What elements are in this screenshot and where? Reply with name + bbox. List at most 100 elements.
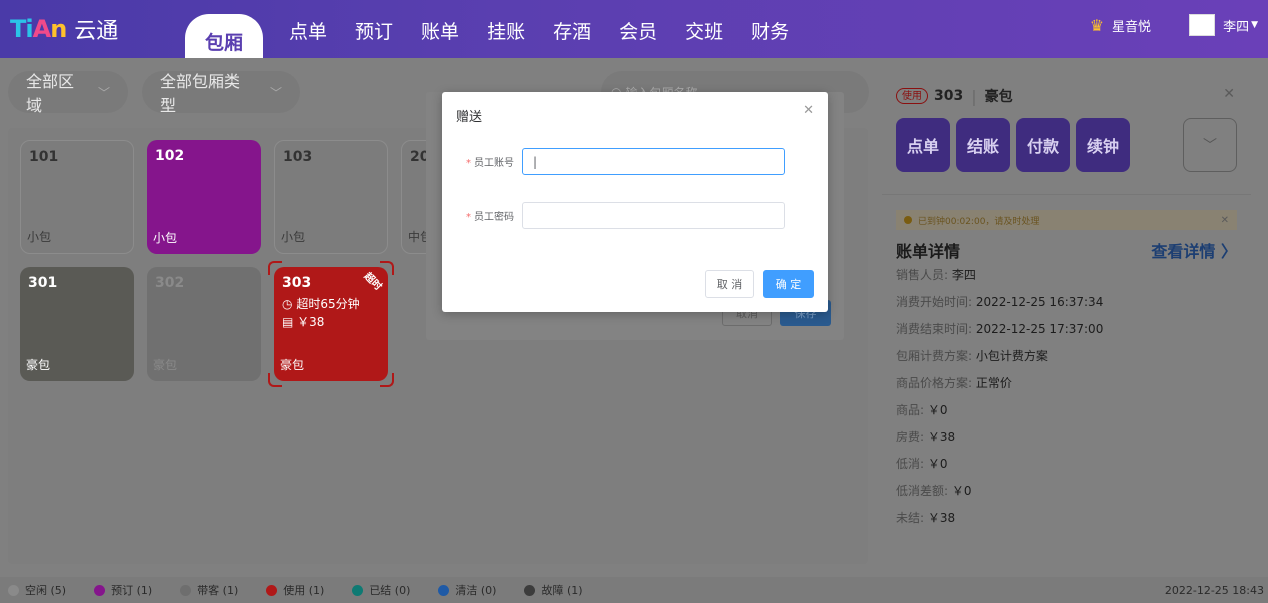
bill-row: 商品价格方案: 正常价	[896, 376, 1012, 390]
employee-account-input[interactable]	[522, 148, 785, 175]
nav-shift[interactable]: 交班	[671, 17, 737, 58]
store-name[interactable]: 星音悦	[1112, 16, 1151, 35]
room-type: 豪包	[280, 358, 305, 372]
confirm-button[interactable]: 确 定	[763, 270, 814, 298]
bill-row: 房费: ￥38	[896, 430, 956, 444]
gift-dialog: 赠送 ✕ *员工账号 *员工密码 取 消 确 定	[442, 92, 828, 312]
user-name[interactable]: 李四	[1223, 16, 1249, 35]
avatar[interactable]	[1189, 14, 1216, 36]
warning-icon	[904, 216, 912, 224]
bill-row: 消费开始时间: 2022-12-25 16:37:34	[896, 295, 1104, 309]
legend-guest: 带客 (1)	[180, 582, 238, 598]
nav-credit[interactable]: 挂账	[473, 17, 539, 58]
order-button[interactable]: 点单	[896, 118, 950, 172]
room-type: 豪包	[153, 358, 178, 372]
overtime-text: 超时65分钟	[296, 297, 360, 311]
nav-wine-storage[interactable]: 存酒	[539, 17, 605, 58]
room-card-301[interactable]: 301 豪包	[20, 267, 134, 381]
more-actions-button[interactable]: ﹀	[1183, 118, 1237, 172]
room-card-302[interactable]: 302 豪包	[147, 267, 261, 381]
required-mark: *	[466, 212, 471, 223]
room-card-101[interactable]: 101 小包	[20, 140, 134, 254]
employee-password-input[interactable]	[522, 202, 785, 229]
bill-row: 包厢计费方案: 小包计费方案	[896, 349, 1048, 363]
bill-row: 商品: ￥0	[896, 403, 948, 417]
selection-bracket	[268, 373, 282, 387]
chevron-down-icon: ﹀	[269, 85, 282, 100]
status-dot	[94, 584, 106, 596]
room-card-303[interactable]: 303 超时 ◷ 超时65分钟 ▤ ￥38 豪包	[274, 267, 388, 381]
status-dot	[8, 584, 19, 596]
pay-button[interactable]: 付款	[1016, 118, 1070, 172]
room-type-filter-label: 全部包厢类型	[160, 72, 241, 115]
password-label: * 员工密码	[466, 212, 514, 223]
room-number: 101	[29, 149, 59, 165]
logo-mark: TiAn	[10, 15, 67, 43]
room-detail-panel: 使用 303 | 豪包 ✕ 点单 结账 付款 续钟 ﹀ 已到钟00:02:00，…	[882, 72, 1251, 564]
room-number: 103	[283, 149, 313, 165]
status-dot	[524, 584, 536, 596]
dialog-title: 赠送	[456, 110, 483, 125]
bill-row: 消费结束时间: 2022-12-25 17:37:00	[896, 322, 1104, 336]
room-card-103[interactable]: 103 小包	[274, 140, 388, 254]
legend-booked: 预订 (1)	[94, 582, 152, 598]
status-dot	[352, 584, 364, 596]
legend-in-use: 使用 (1)	[266, 582, 324, 598]
checkout-button[interactable]: 结账	[956, 118, 1010, 172]
area-filter-label: 全部区域	[26, 72, 75, 115]
chevron-down-icon: ﹀	[1203, 138, 1217, 154]
divider	[882, 194, 1251, 195]
top-header: TiAn 云通 包厢 点单 预订 账单 挂账 存酒 会员 交班 财务 ♛ 星音悦…	[0, 0, 1268, 58]
area-filter[interactable]: 全部区域 ﹀	[8, 71, 128, 115]
room-detail-header: 使用 303 | 豪包	[896, 86, 1013, 106]
user-area: ♛ 星音悦 李四 ▼	[1090, 14, 1258, 36]
nav-finance[interactable]: 财务	[737, 17, 803, 58]
crown-icon: ♛	[1089, 15, 1105, 35]
status-dot	[266, 584, 278, 596]
selection-bracket	[268, 261, 282, 275]
legend-cleaning: 清洁 (0)	[438, 582, 496, 598]
room-number: 301	[28, 275, 58, 291]
status-badge: 使用	[896, 88, 928, 104]
nav-rooms[interactable]: 包厢	[185, 14, 264, 58]
selection-bracket	[380, 261, 394, 275]
password-form-row: * 员工密码	[442, 202, 785, 229]
room-number: 303	[282, 275, 312, 291]
chevron-right-icon: 〉	[1220, 242, 1237, 261]
extend-time-button[interactable]: 续钟	[1076, 118, 1130, 172]
alert-text: 已到钟00:02:00，请及时处理	[918, 216, 1040, 227]
bill-title: 账单详情	[896, 242, 961, 261]
account-label: * 员工账号	[466, 158, 514, 169]
room-amount: ￥38	[297, 315, 325, 329]
room-type: 小包	[153, 231, 178, 245]
view-detail-link[interactable]: 查看详情 〉	[1151, 238, 1237, 262]
required-mark: *	[466, 158, 471, 169]
room-card-102[interactable]: 102 小包	[147, 140, 261, 254]
main-nav: 包厢 点单 预订 账单 挂账 存酒 会员 交班 财务	[185, 0, 803, 58]
close-icon[interactable]: ✕	[803, 103, 814, 118]
app-name: 云通	[74, 19, 119, 44]
room-number: 303	[934, 88, 964, 104]
receipt-icon: ▤	[282, 315, 294, 329]
status-legend-bar: 空闲 (5) 预订 (1) 带客 (1) 使用 (1) 已结 (0) 清洁 (0…	[0, 577, 1268, 603]
app-logo: TiAn 云通	[10, 14, 118, 44]
account-form-row: * 员工账号	[442, 148, 785, 175]
bill-row: 未结: ￥38	[896, 511, 956, 525]
bill-row: 销售人员: 李四	[896, 268, 976, 282]
bill-row: 低消: ￥0	[896, 457, 948, 471]
room-type: 小包	[281, 230, 306, 244]
caret-down-icon[interactable]: ▼	[1251, 20, 1258, 30]
close-icon[interactable]: ✕	[1223, 86, 1235, 102]
room-type: 豪包	[984, 89, 1013, 105]
divider: |	[971, 86, 977, 106]
nav-order[interactable]: 点单	[275, 17, 341, 58]
legend-fault: 故障 (1)	[524, 582, 583, 598]
nav-booking[interactable]: 预订	[341, 17, 407, 58]
nav-bills[interactable]: 账单	[407, 17, 473, 58]
close-icon[interactable]: ✕	[1221, 215, 1229, 226]
cancel-button[interactable]: 取 消	[705, 270, 754, 298]
chevron-down-icon: ﹀	[97, 85, 110, 100]
nav-members[interactable]: 会员	[605, 17, 671, 58]
room-type-filter[interactable]: 全部包厢类型 ﹀	[142, 71, 300, 115]
bill-row: 低消差额: ￥0	[896, 484, 972, 498]
